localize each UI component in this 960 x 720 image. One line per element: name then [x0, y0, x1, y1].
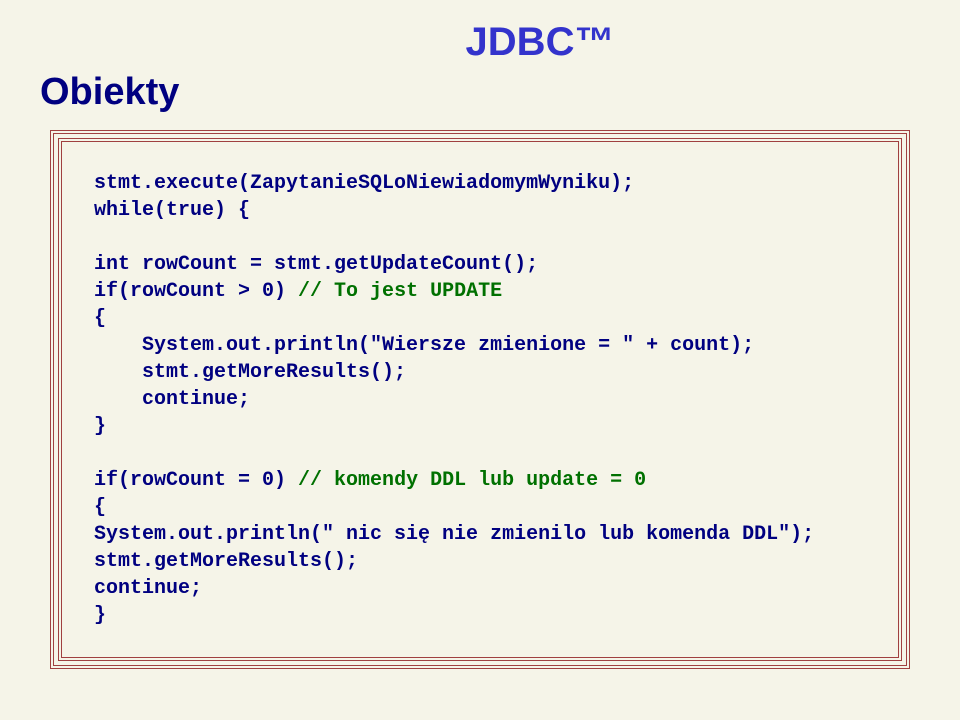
code-line: stmt.execute(ZapytanieSQLoNiewiadomymWyn…: [94, 172, 634, 195]
slide-page: JDBC™ Obiekty stmt.execute(ZapytanieSQLo…: [0, 0, 960, 720]
code-comment: // komendy DDL lub update = 0: [298, 469, 646, 492]
code-line: {: [94, 496, 106, 519]
code-line: }: [94, 415, 106, 438]
code-line: continue;: [94, 388, 250, 411]
code-line: while(true) {: [94, 199, 250, 222]
code-comment: // To jest UPDATE: [298, 280, 502, 303]
code-line: stmt.getMoreResults();: [94, 361, 406, 384]
page-title: JDBC™: [160, 20, 920, 65]
code-line: if(rowCount > 0): [94, 280, 298, 303]
code-block: stmt.execute(ZapytanieSQLoNiewiadomymWyn…: [62, 142, 898, 657]
code-line: {: [94, 307, 106, 330]
code-line: System.out.println("Wiersze zmienione = …: [94, 334, 754, 357]
code-frame-outer: stmt.execute(ZapytanieSQLoNiewiadomymWyn…: [50, 130, 910, 669]
section-title: Obiekty: [40, 71, 920, 114]
code-line: }: [94, 604, 106, 627]
code-line: System.out.println(" nic się nie zmienil…: [94, 523, 814, 546]
code-line: if(rowCount = 0): [94, 469, 298, 492]
code-frame-inner: stmt.execute(ZapytanieSQLoNiewiadomymWyn…: [58, 138, 902, 661]
code-line: continue;: [94, 577, 202, 600]
code-line: int rowCount = stmt.getUpdateCount();: [94, 253, 538, 276]
code-line: stmt.getMoreResults();: [94, 550, 358, 573]
